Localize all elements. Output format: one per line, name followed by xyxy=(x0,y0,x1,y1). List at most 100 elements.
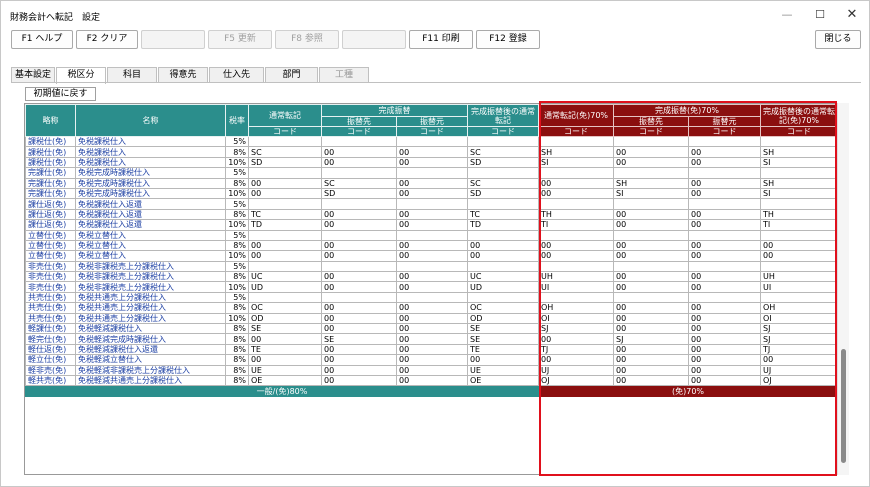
cell-code[interactable]: UE xyxy=(248,364,322,377)
cell-code[interactable] xyxy=(688,135,761,148)
cell-code[interactable]: SE xyxy=(467,323,539,335)
cell-code[interactable]: TD xyxy=(467,219,539,231)
cell-code[interactable]: SE xyxy=(467,333,539,345)
cell-code[interactable] xyxy=(396,198,468,210)
cell-code[interactable]: SC xyxy=(467,146,539,158)
cell-code[interactable] xyxy=(248,229,322,241)
cell-code[interactable]: SH xyxy=(760,146,835,158)
cell-code[interactable]: 00 xyxy=(321,250,397,262)
cell-code[interactable]: 00 xyxy=(396,364,468,377)
cell-code[interactable] xyxy=(613,198,689,210)
cell-code[interactable]: 00 xyxy=(467,250,539,262)
cell-code[interactable] xyxy=(248,291,322,304)
cell-code[interactable]: 00 xyxy=(688,323,761,335)
cell-code[interactable]: TD xyxy=(248,219,322,231)
cell-code[interactable]: 00 xyxy=(396,343,468,356)
cell-code[interactable]: 00 xyxy=(688,219,761,231)
cell-code[interactable] xyxy=(538,229,614,241)
cell-code[interactable] xyxy=(467,260,539,273)
close-button[interactable]: 閉じる xyxy=(815,30,861,49)
cell-code[interactable]: 00 xyxy=(321,312,397,325)
cell-code[interactable]: 00 xyxy=(760,239,835,252)
cell-code[interactable]: TE xyxy=(248,343,322,356)
f1-help-button[interactable]: F1 ヘルプ xyxy=(11,30,73,49)
cell-code[interactable]: 00 xyxy=(248,333,322,345)
cell-code[interactable] xyxy=(321,291,397,304)
cell-code[interactable]: OE xyxy=(248,374,322,387)
cell-code[interactable]: 00 xyxy=(467,239,539,252)
cell-code[interactable]: UH xyxy=(538,271,614,283)
cell-code[interactable]: 00 xyxy=(688,333,761,345)
cell-code[interactable]: 00 xyxy=(396,281,468,293)
cell-code[interactable] xyxy=(760,291,835,304)
cell-code[interactable] xyxy=(321,135,397,148)
cell-code[interactable]: OH xyxy=(760,302,835,314)
cell-code[interactable] xyxy=(396,167,468,179)
cell-code[interactable] xyxy=(613,260,689,273)
cell-code[interactable]: 00 xyxy=(613,312,689,325)
cell-code[interactable]: SD xyxy=(248,156,322,169)
cell-code[interactable]: 00 xyxy=(396,333,468,345)
cell-code[interactable]: OI xyxy=(538,312,614,325)
cell-code[interactable]: 00 xyxy=(538,177,614,189)
cell-code[interactable]: 00 xyxy=(396,177,468,189)
cell-code[interactable]: 00 xyxy=(467,354,539,366)
cell-code[interactable] xyxy=(613,135,689,148)
cell-code[interactable]: SI xyxy=(613,187,689,200)
cell-code[interactable] xyxy=(538,135,614,148)
maximize-icon[interactable]: ☐ xyxy=(805,5,835,25)
cell-code[interactable]: SC xyxy=(467,177,539,189)
cell-code[interactable] xyxy=(760,229,835,241)
cell-code[interactable]: 00 xyxy=(321,146,397,158)
cell-code[interactable]: SH xyxy=(760,177,835,189)
cell-code[interactable]: SJ xyxy=(538,323,614,335)
cell-code[interactable]: 00 xyxy=(321,281,397,293)
f11-print-button[interactable]: F11 印刷 xyxy=(409,30,473,49)
cell-code[interactable]: SC xyxy=(248,146,322,158)
cell-code[interactable]: 00 xyxy=(396,208,468,221)
cell-code[interactable]: UC xyxy=(467,271,539,283)
cell-code[interactable]: UH xyxy=(760,271,835,283)
cell-code[interactable]: 00 xyxy=(688,302,761,314)
cell-code[interactable]: SJ xyxy=(760,323,835,335)
cell-code[interactable]: TC xyxy=(467,208,539,221)
cell-code[interactable]: OC xyxy=(467,302,539,314)
cell-code[interactable]: OH xyxy=(538,302,614,314)
cell-code[interactable]: 00 xyxy=(396,187,468,200)
cell-code[interactable] xyxy=(396,260,468,273)
cell-code[interactable]: 00 xyxy=(248,239,322,252)
cell-code[interactable]: TJ xyxy=(538,343,614,356)
scrollbar-thumb[interactable] xyxy=(841,349,846,463)
cell-code[interactable]: UJ xyxy=(538,364,614,377)
cell-code[interactable]: OD xyxy=(467,312,539,325)
cell-code[interactable] xyxy=(467,135,539,148)
cell-code[interactable]: 00 xyxy=(321,239,397,252)
cell-code[interactable]: 00 xyxy=(321,208,397,221)
cell-code[interactable]: TH xyxy=(538,208,614,221)
cell-code[interactable]: 00 xyxy=(396,374,468,387)
cell-code[interactable]: UD xyxy=(467,281,539,293)
tab-supplier[interactable]: 仕入先 xyxy=(209,67,264,83)
cell-code[interactable]: 00 xyxy=(321,364,397,377)
cell-code[interactable]: 00 xyxy=(248,177,322,189)
cell-code[interactable] xyxy=(321,198,397,210)
cell-code[interactable]: 00 xyxy=(248,250,322,262)
cell-code[interactable]: 00 xyxy=(321,156,397,169)
minimize-icon[interactable]: — xyxy=(772,5,802,25)
close-icon[interactable]: ✕ xyxy=(837,5,867,25)
cell-code[interactable]: SC xyxy=(321,177,397,189)
cell-code[interactable] xyxy=(538,260,614,273)
reset-defaults-button[interactable]: 初期値に戻す xyxy=(25,87,96,101)
cell-code[interactable] xyxy=(760,260,835,273)
cell-code[interactable]: 00 xyxy=(321,302,397,314)
cell-code[interactable] xyxy=(760,167,835,179)
cell-code[interactable]: 00 xyxy=(396,312,468,325)
cell-code[interactable] xyxy=(688,198,761,210)
cell-code[interactable] xyxy=(248,167,322,179)
cell-code[interactable]: 00 xyxy=(688,156,761,169)
cell-code[interactable]: 00 xyxy=(613,208,689,221)
cell-code[interactable] xyxy=(396,229,468,241)
cell-code[interactable]: 00 xyxy=(613,374,689,387)
cell-code[interactable]: SE xyxy=(248,323,322,335)
cell-code[interactable]: 00 xyxy=(321,354,397,366)
